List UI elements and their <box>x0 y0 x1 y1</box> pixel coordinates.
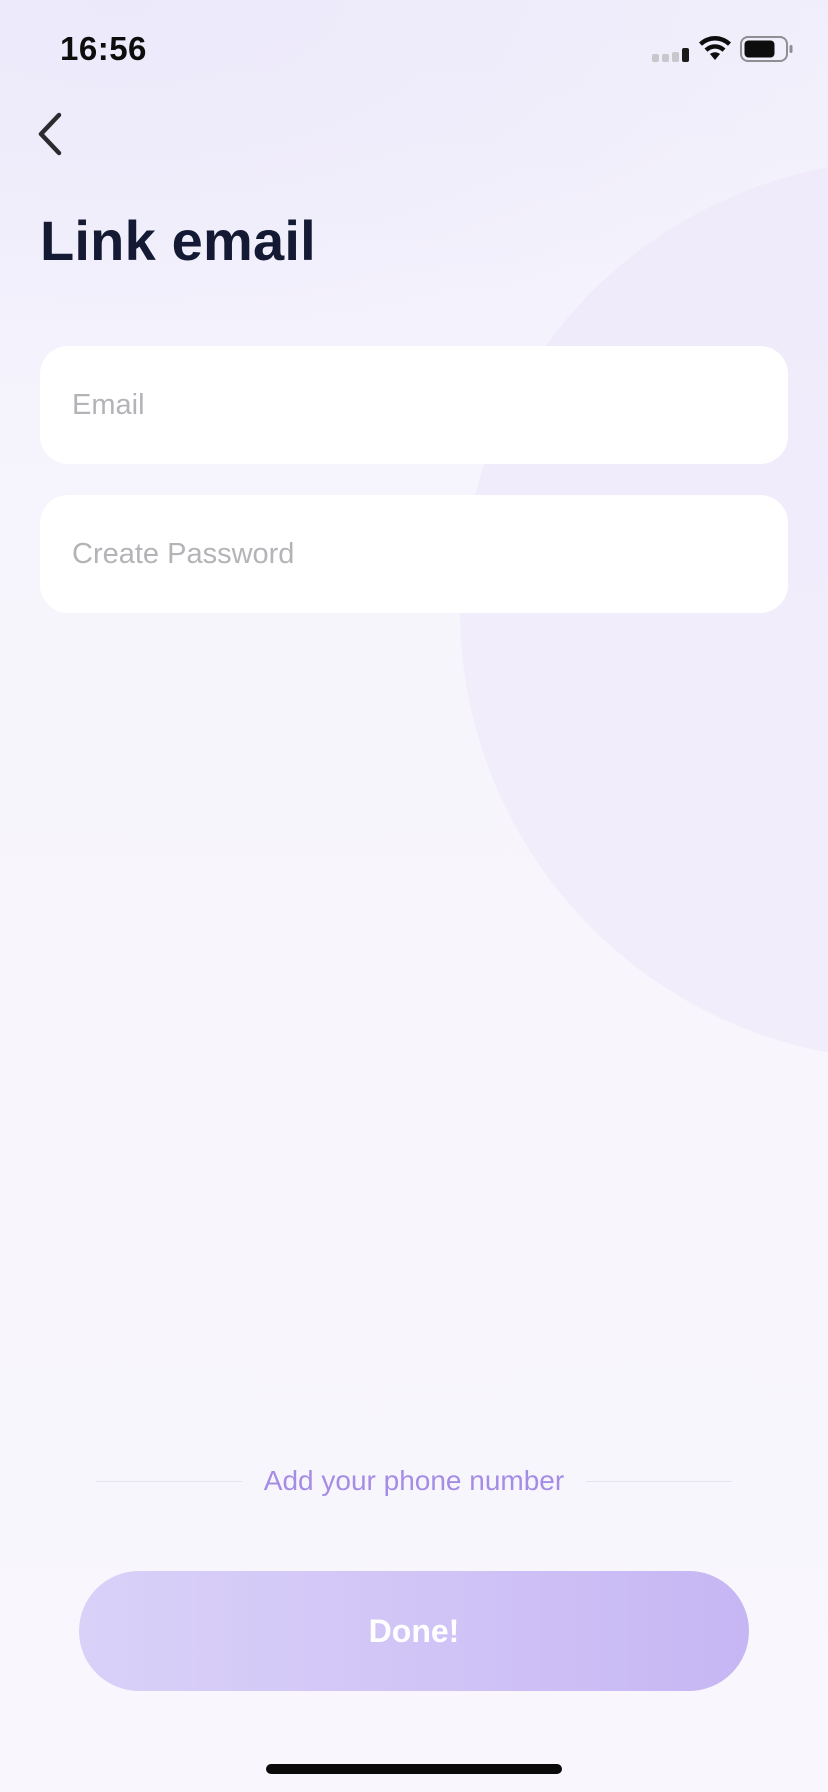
status-time: 16:56 <box>60 30 147 67</box>
battery-icon <box>740 36 793 62</box>
phone-link-row: Add your phone number <box>96 1456 732 1506</box>
add-phone-number-link[interactable]: Add your phone number <box>242 1465 586 1497</box>
password-field[interactable] <box>40 495 788 613</box>
email-input[interactable] <box>70 387 758 423</box>
divider-left <box>96 1480 242 1482</box>
chevron-left-icon <box>38 112 62 156</box>
back-button[interactable] <box>26 106 74 162</box>
home-indicator <box>266 1764 562 1774</box>
done-button[interactable]: Done! <box>79 1571 749 1691</box>
wifi-icon <box>699 36 731 60</box>
status-bar: 16:56 <box>0 0 828 100</box>
divider-right <box>586 1480 732 1482</box>
email-field[interactable] <box>40 346 788 464</box>
page-title: Link email <box>40 209 316 272</box>
password-input[interactable] <box>70 536 758 572</box>
signal-icon <box>652 48 689 62</box>
